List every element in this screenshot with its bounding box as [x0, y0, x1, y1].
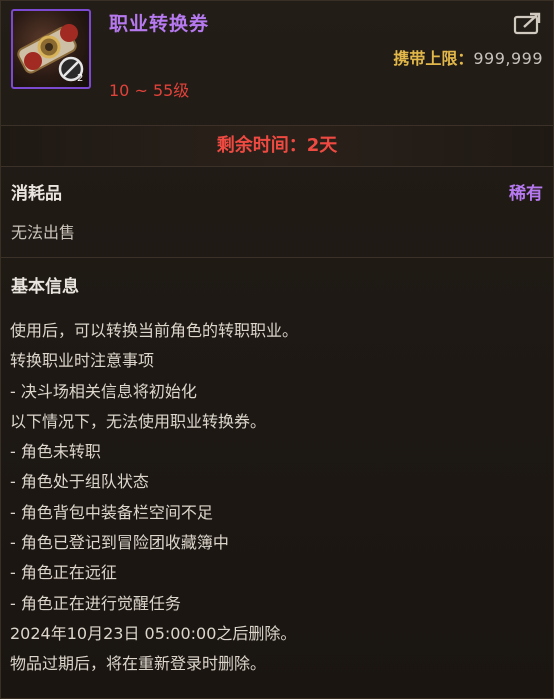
item-name: 职业转换券	[109, 13, 210, 35]
section-title: 基本信息	[11, 277, 79, 297]
scroll-gear-icon: 2	[17, 24, 83, 84]
carry-limit-value: 999,999	[473, 49, 543, 68]
description-line: - 角色未转职	[10, 442, 101, 462]
description-line: - 角色背包中装备栏空间不足	[10, 502, 213, 522]
carry-limit: 携带上限：999,999	[393, 45, 543, 69]
description-line: - 决斗场相关信息将初始化	[10, 381, 197, 401]
level-range: 10 ~ 55级	[109, 81, 190, 100]
description-line: - 角色正在进行觉醒任务	[10, 593, 181, 613]
share-icon	[513, 12, 541, 35]
description-line: 物品过期后，将在重新登录时删除。	[10, 654, 267, 674]
description-line: 以下情况下，无法使用职业转换券。	[10, 411, 267, 431]
item-rarity: 稀有	[509, 184, 543, 204]
item-type: 消耗品	[11, 184, 62, 204]
item-description: 使用后，可以转换当前角色的转职职业。 转换职业时注意事项 - 决斗场相关信息将初…	[1, 316, 553, 680]
trade-status: 无法出售	[11, 223, 76, 242]
description-line: - 角色已登记到冒险团收藏簿中	[10, 533, 229, 553]
svg-text:2: 2	[77, 73, 83, 84]
description-line: - 角色处于组队状态	[10, 472, 149, 492]
description-line: - 角色正在远征	[10, 563, 117, 583]
tooltip-header: 2 职业转换券 携带上限：999,999 10 ~ 55级	[1, 1, 553, 125]
item-type-row: 消耗品 稀有	[1, 167, 553, 205]
description-line: 使用后，可以转换当前角色的转职职业。	[10, 321, 299, 340]
share-button[interactable]	[513, 11, 543, 35]
description-line: 转换职业时注意事项	[10, 351, 155, 371]
basic-info-header: 基本信息	[1, 258, 553, 316]
carry-limit-label: 携带上限：	[393, 49, 474, 68]
description-line: 2024年10月23日 05:00:00之后删除。	[10, 623, 297, 643]
trade-status-row: 无法出售	[1, 205, 553, 257]
remaining-time: 剩余时间：2天	[1, 125, 553, 167]
item-tooltip: 2 职业转换券 携带上限：999,999 10 ~ 55级 剩余时间：2天 消耗…	[0, 0, 554, 699]
item-icon[interactable]: 2	[11, 9, 91, 89]
